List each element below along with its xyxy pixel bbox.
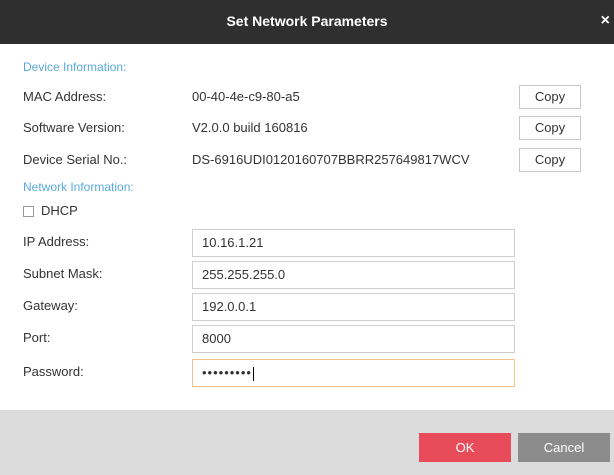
title-bar: Set Network Parameters × bbox=[0, 0, 614, 44]
copy-mac-button[interactable]: Copy bbox=[519, 85, 581, 109]
close-icon[interactable]: × bbox=[601, 11, 610, 31]
port-input[interactable]: 8000 bbox=[192, 325, 515, 353]
ip-address-label: IP Address: bbox=[23, 234, 90, 249]
subnet-mask-label: Subnet Mask: bbox=[23, 266, 103, 281]
device-serial-label: Device Serial No.: bbox=[23, 152, 128, 167]
software-version-value: V2.0.0 build 160816 bbox=[192, 120, 308, 135]
password-mask: ••••••••• bbox=[202, 365, 252, 380]
dialog-title: Set Network Parameters bbox=[226, 13, 388, 29]
ok-button[interactable]: OK bbox=[419, 433, 511, 462]
dhcp-label[interactable]: DHCP bbox=[41, 203, 78, 218]
device-information-heading: Device Information: bbox=[23, 60, 127, 74]
mac-address-label: MAC Address: bbox=[23, 89, 107, 104]
copy-software-version-button[interactable]: Copy bbox=[519, 116, 581, 140]
device-serial-value: DS-6916UDI0120160707BBRR257649817WCV bbox=[192, 152, 470, 167]
password-label: Password: bbox=[23, 364, 84, 379]
mac-address-value: 00-40-4e-c9-80-a5 bbox=[192, 89, 300, 104]
network-information-heading: Network Information: bbox=[23, 180, 134, 194]
subnet-mask-input[interactable]: 255.255.255.0 bbox=[192, 261, 515, 289]
copy-serial-button[interactable]: Copy bbox=[519, 148, 581, 172]
gateway-label: Gateway: bbox=[23, 298, 78, 313]
port-label: Port: bbox=[23, 330, 51, 345]
ip-address-input[interactable]: 10.16.1.21 bbox=[192, 229, 515, 257]
password-input[interactable]: ••••••••• bbox=[192, 359, 515, 387]
gateway-input[interactable]: 192.0.0.1 bbox=[192, 293, 515, 321]
software-version-label: Software Version: bbox=[23, 120, 125, 135]
dhcp-checkbox[interactable] bbox=[23, 206, 34, 217]
text-caret bbox=[252, 366, 254, 381]
cancel-button[interactable]: Cancel bbox=[518, 433, 610, 462]
